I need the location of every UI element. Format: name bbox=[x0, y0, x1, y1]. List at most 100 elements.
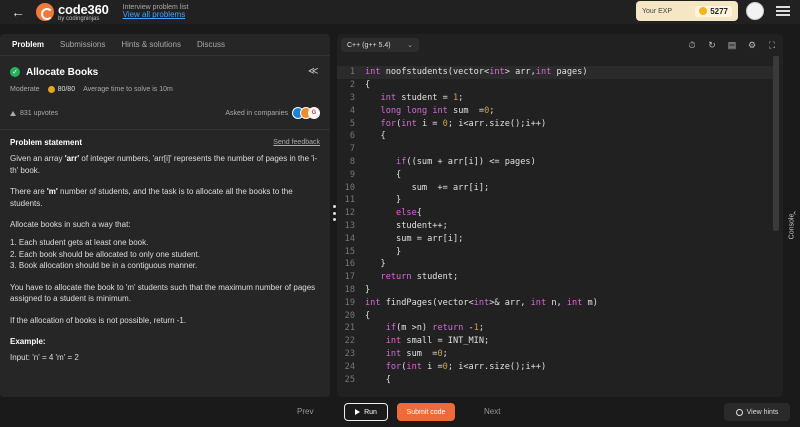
code-text: } bbox=[365, 195, 402, 206]
send-feedback-link[interactable]: Send feedback bbox=[273, 139, 320, 146]
code-text: int small = INT_MIN; bbox=[385, 336, 490, 347]
score: 80/80 bbox=[47, 86, 75, 93]
view-hints-button[interactable]: View hints bbox=[724, 403, 790, 421]
code-line[interactable]: 14 sum = arr[i]; bbox=[337, 232, 777, 245]
code-text: student++; bbox=[365, 220, 448, 231]
code-line[interactable]: 12 else{ bbox=[337, 207, 777, 220]
logo[interactable]: code360 by codingninjas bbox=[36, 3, 109, 22]
line-number: 20 bbox=[344, 310, 355, 321]
code-line[interactable]: 17 return student; bbox=[337, 271, 777, 284]
menu-icon[interactable] bbox=[776, 4, 790, 18]
list-item: 3. Book allocation should be in a contig… bbox=[10, 261, 198, 271]
code-text: for(int i =0; i<arr.size();i++) bbox=[385, 361, 547, 372]
code-text: for(int i = 0; i<arr.size();i++) bbox=[380, 118, 547, 129]
code-text: int sum =0; bbox=[385, 348, 448, 359]
chevron-left-icon[interactable]: ‹ bbox=[793, 208, 796, 217]
line-number: 5 bbox=[349, 118, 355, 129]
gear-icon[interactable]: ⚙ bbox=[745, 38, 759, 52]
prev-button[interactable]: Prev bbox=[297, 407, 313, 416]
play-icon bbox=[355, 409, 361, 415]
code-line[interactable]: 13 student++; bbox=[337, 220, 777, 233]
line-number: 15 bbox=[344, 246, 355, 257]
editor-toolbar: C++ (g++ 5.4) ⌄ ⏱ ↻ ▤ ⚙ ⛶ bbox=[337, 34, 783, 56]
tab-problem[interactable]: Problem bbox=[12, 40, 44, 49]
code-line[interactable]: 25 { bbox=[337, 373, 777, 386]
view-all-problems-link[interactable]: View all problems bbox=[123, 11, 189, 20]
divider bbox=[0, 129, 330, 130]
code-editor-panel: C++ (g++ 5.4) ⌄ ⏱ ↻ ▤ ⚙ ⛶ 1 int noofstuden… bbox=[337, 34, 783, 397]
logo-title: code360 bbox=[58, 1, 109, 17]
line-number: 8 bbox=[349, 156, 355, 167]
code-line[interactable]: 22 int small = INT_MIN; bbox=[337, 335, 777, 348]
code-line[interactable]: 21 if(m >n) return -1; bbox=[337, 322, 777, 335]
code-area[interactable]: 1 int noofstudents(vector<int> arr,int pa… bbox=[337, 58, 783, 397]
code-line[interactable]: 2{ bbox=[337, 79, 777, 92]
breadcrumb: Interview problem list View all problems bbox=[123, 4, 189, 20]
code-line[interactable]: 15 } bbox=[337, 245, 777, 258]
top-bar: ← code360 by codingninjas Interview prob… bbox=[0, 0, 800, 24]
companies: Asked in companies G bbox=[225, 107, 320, 119]
notes-icon[interactable]: ▤ bbox=[725, 38, 739, 52]
line-number: 24 bbox=[344, 361, 355, 372]
console-toggle[interactable]: Console bbox=[784, 200, 800, 252]
arrow-left-icon[interactable]: ← bbox=[6, 0, 30, 24]
line-number: 7 bbox=[349, 144, 355, 155]
code-line[interactable]: 7 bbox=[337, 143, 777, 156]
code-line[interactable]: 24 for(int i =0; i<arr.size();i++) bbox=[337, 360, 777, 373]
editor-scrollbar[interactable] bbox=[773, 56, 779, 231]
code-line[interactable]: 1 int noofstudents(vector<int> arr,int pa… bbox=[337, 66, 777, 79]
run-button[interactable]: Run bbox=[344, 403, 388, 421]
submit-code-button[interactable]: Submit code bbox=[397, 403, 455, 421]
upvote-count: 831 upvotes bbox=[20, 109, 59, 117]
code-line[interactable]: 5 for(int i = 0; i<arr.size();i++) bbox=[337, 117, 777, 130]
line-number: 18 bbox=[344, 284, 355, 295]
tab-discuss[interactable]: Discuss bbox=[197, 40, 225, 49]
line-number: 3 bbox=[349, 92, 355, 103]
list-item: 2. Each book should be allocated to only… bbox=[10, 249, 200, 259]
code-text: int findPages(vector<int>& arr, int n, i… bbox=[365, 297, 598, 308]
code-line[interactable]: 16 } bbox=[337, 258, 777, 271]
rules-list: 1. Each student gets at least one book. … bbox=[10, 237, 320, 272]
line-number: 1 bbox=[349, 67, 355, 78]
code-line[interactable]: 6 { bbox=[337, 130, 777, 143]
code-line[interactable]: 20 { bbox=[337, 309, 777, 322]
avatar[interactable] bbox=[746, 2, 764, 20]
problem-meta: Moderate 80/80 Average time to solve is … bbox=[10, 86, 320, 93]
code-text: sum += arr[i]; bbox=[365, 182, 490, 193]
timer-icon[interactable]: ⏱ bbox=[685, 38, 699, 52]
code-line[interactable]: 4 long long int sum =0; bbox=[337, 104, 777, 117]
line-number: 9 bbox=[349, 169, 355, 180]
statement-paragraph: There are 'm' number of students, and th… bbox=[10, 187, 293, 208]
statement-paragraph: Allocate books in such a way that: bbox=[10, 220, 131, 230]
share-icon[interactable]: ≪ bbox=[308, 66, 320, 78]
code-text: } bbox=[365, 246, 402, 257]
code-line[interactable]: 19 int findPages(vector<int>& arr, int n,… bbox=[337, 296, 777, 309]
example-heading: Example: bbox=[10, 336, 46, 346]
code-text: if((sum + arr[i]) <= pages) bbox=[396, 156, 536, 167]
logo-icon bbox=[36, 3, 54, 21]
asked-in-companies-label: Asked in companies bbox=[225, 109, 288, 117]
code-line[interactable]: 18} bbox=[337, 284, 777, 297]
code-line[interactable]: 3 int student = 1; bbox=[337, 92, 777, 105]
code-line[interactable]: 9 { bbox=[337, 168, 777, 181]
code-line[interactable]: 8 if((sum + arr[i]) <= pages) bbox=[337, 156, 777, 169]
tab-hints-solutions[interactable]: Hints & solutions bbox=[121, 40, 181, 49]
difficulty: Moderate bbox=[10, 86, 40, 93]
upvote-icon[interactable] bbox=[10, 110, 16, 116]
exp-value: 5277 bbox=[695, 5, 732, 17]
code-line[interactable]: 11 } bbox=[337, 194, 777, 207]
fullscreen-icon[interactable]: ⛶ bbox=[765, 38, 779, 52]
reset-icon[interactable]: ↻ bbox=[705, 38, 719, 52]
lightbulb-icon bbox=[735, 408, 743, 416]
example-input: Input: 'n' = 4 'm' = 2 bbox=[10, 352, 79, 362]
code-line[interactable]: 10 sum += arr[i]; bbox=[337, 181, 777, 194]
language-select[interactable]: C++ (g++ 5.4) ⌄ bbox=[341, 38, 419, 52]
next-button[interactable]: Next bbox=[484, 407, 500, 416]
exp-badge[interactable]: Your EXP 5277 bbox=[636, 1, 738, 21]
tab-submissions[interactable]: Submissions bbox=[60, 40, 105, 49]
google-logo-icon[interactable]: G bbox=[308, 107, 320, 119]
code-line[interactable]: 23 int sum =0; bbox=[337, 348, 777, 361]
line-number: 11 bbox=[344, 195, 355, 206]
statement-paragraph: If the allocation of books is not possib… bbox=[10, 315, 187, 325]
coin-icon bbox=[699, 7, 708, 15]
